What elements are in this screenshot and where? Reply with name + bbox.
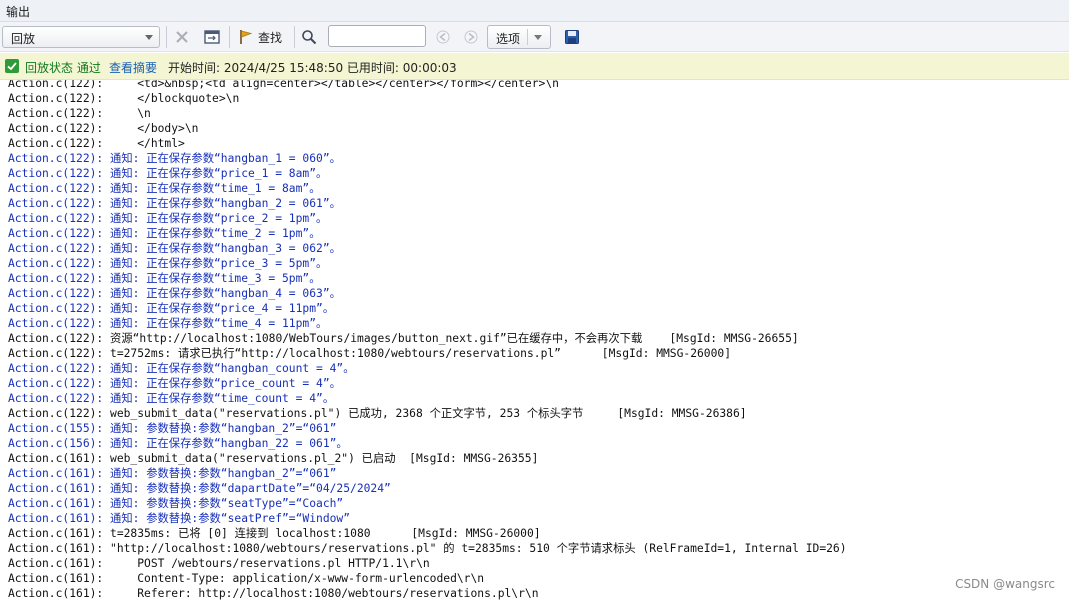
log-line: Action.c(122): 资源“http://localhost:1080/…	[8, 332, 799, 345]
log-line: Action.c(122): 通知: 正在保存参数“hangban_3 = 06…	[8, 242, 341, 255]
log-line: Action.c(161): Content-Type: application…	[8, 572, 485, 585]
log-line: Action.c(122): \n	[8, 107, 151, 120]
watermark: CSDN @wangsrc	[955, 577, 1055, 591]
log-line: Action.c(122): 通知: 正在保存参数“hangban_2 = 06…	[8, 197, 341, 210]
log-line: Action.c(122): 通知: 正在保存参数“hangban_1 = 06…	[8, 152, 341, 165]
search-input[interactable]	[328, 25, 426, 47]
log-line: Action.c(122): web_submit_data("reservat…	[8, 407, 747, 420]
window-wrap-icon	[204, 30, 220, 44]
check-icon	[5, 59, 19, 73]
arrow-left-icon	[436, 30, 450, 44]
mode-select[interactable]: 回放	[2, 26, 160, 48]
split-divider	[527, 29, 528, 45]
toolbar: 回放 查找 选项	[0, 22, 1069, 52]
log-line: Action.c(161): POST /webtours/reservatio…	[8, 557, 430, 570]
log-line: Action.c(122): 通知: 正在保存参数“price_2 = 1pm”…	[8, 212, 328, 225]
log-line: Action.c(122): 通知: 正在保存参数“time_count = 4…	[8, 392, 335, 405]
panel-title-bar: 输出	[0, 0, 1069, 22]
find-next-button[interactable]	[463, 26, 479, 48]
log-line: Action.c(122): 通知: 正在保存参数“hangban_count …	[8, 362, 355, 375]
search-button[interactable]	[301, 26, 317, 48]
log-line: Action.c(161): "http://localhost:1080/we…	[8, 542, 847, 555]
mode-select-value: 回放	[11, 32, 36, 46]
find-previous-button[interactable]	[435, 26, 451, 48]
log-line: Action.c(161): t=2835ms: 已将 [0] 连接到 loca…	[8, 527, 541, 540]
search-icon	[302, 30, 317, 45]
log-line: Action.c(122): 通知: 正在保存参数“price_count = …	[8, 377, 341, 390]
wrap-button[interactable]	[203, 26, 221, 48]
log-line: Action.c(161): web_submit_data("reservat…	[8, 452, 539, 465]
view-summary-link[interactable]: 查看摘要	[109, 59, 157, 76]
options-dropdown-button[interactable]: 选项	[487, 25, 551, 49]
chevron-down-icon	[534, 35, 542, 40]
log-line: Action.c(122): 通知: 正在保存参数“time_1 = 8am”。	[8, 182, 321, 195]
find-button[interactable]: 查找	[237, 26, 282, 48]
log-line: Action.c(122): <td>&nbsp;<td align=cente…	[8, 80, 559, 90]
toolbar-divider	[294, 26, 295, 48]
log-line: Action.c(161): 通知: 参数替换:参数“seatType”=“Co…	[8, 497, 344, 510]
log-line: Action.c(161): 通知: 参数替换:参数“seatPref”=“Wi…	[8, 512, 351, 525]
save-button[interactable]	[564, 26, 580, 48]
log-line: Action.c(122): 通知: 正在保存参数“time_2 = 1pm”。	[8, 227, 321, 240]
replay-status-bar: 回放状态 通过 查看摘要 开始时间: 2024/4/25 15:48:50 已用…	[0, 53, 1069, 80]
find-button-label: 查找	[258, 30, 283, 45]
run-time-info: 开始时间: 2024/4/25 15:48:50 已用时间: 00:00:03	[168, 61, 457, 75]
log-line: Action.c(122): </html>	[8, 137, 185, 150]
log-line: Action.c(161): 通知: 参数替换:参数“dapartDate”=“…	[8, 482, 391, 495]
log-line: Action.c(122): 通知: 正在保存参数“price_4 = 11pm…	[8, 302, 335, 315]
output-log[interactable]: Action.c(122): <td>&nbsp;<td align=cente…	[0, 80, 1069, 601]
log-line: Action.c(122): 通知: 正在保存参数“price_3 = 5pm”…	[8, 257, 328, 270]
toolbar-divider	[166, 26, 167, 48]
log-line: Action.c(122): </blockquote>\n	[8, 92, 240, 105]
log-line: Action.c(122): 通知: 正在保存参数“time_4 = 11pm”…	[8, 317, 328, 330]
log-line: Action.c(122): 通知: 正在保存参数“time_3 = 5pm”。	[8, 272, 321, 285]
flag-icon	[240, 30, 253, 44]
log-line: Action.c(122): 通知: 正在保存参数“price_1 = 8am”…	[8, 167, 328, 180]
clear-icon	[176, 31, 188, 43]
replay-status-text: 回放状态 通过	[25, 61, 101, 75]
log-line: Action.c(161): 通知: 参数替换:参数“hangban_2”=“0…	[8, 467, 337, 480]
clear-button[interactable]	[174, 26, 190, 48]
log-line: Action.c(155): 通知: 参数替换:参数“hangban_2”=“0…	[8, 422, 337, 435]
log-line: Action.c(122): t=2752ms: 请求已执行“http://lo…	[8, 347, 732, 360]
chevron-down-icon	[145, 35, 153, 40]
log-line: Action.c(161): Referer: http://localhost…	[8, 587, 539, 600]
log-line: Action.c(122): </body>\n	[8, 122, 199, 135]
arrow-right-icon	[464, 30, 478, 44]
log-lines: Action.c(122): <td>&nbsp;<td align=cente…	[0, 80, 1069, 601]
save-icon	[565, 30, 579, 44]
toolbar-divider	[229, 26, 230, 48]
log-line: Action.c(156): 通知: 正在保存参数“hangban_22 = 0…	[8, 437, 348, 450]
log-line: Action.c(122): 通知: 正在保存参数“hangban_4 = 06…	[8, 287, 341, 300]
options-label: 选项	[496, 32, 521, 46]
panel-title: 输出	[6, 5, 31, 19]
